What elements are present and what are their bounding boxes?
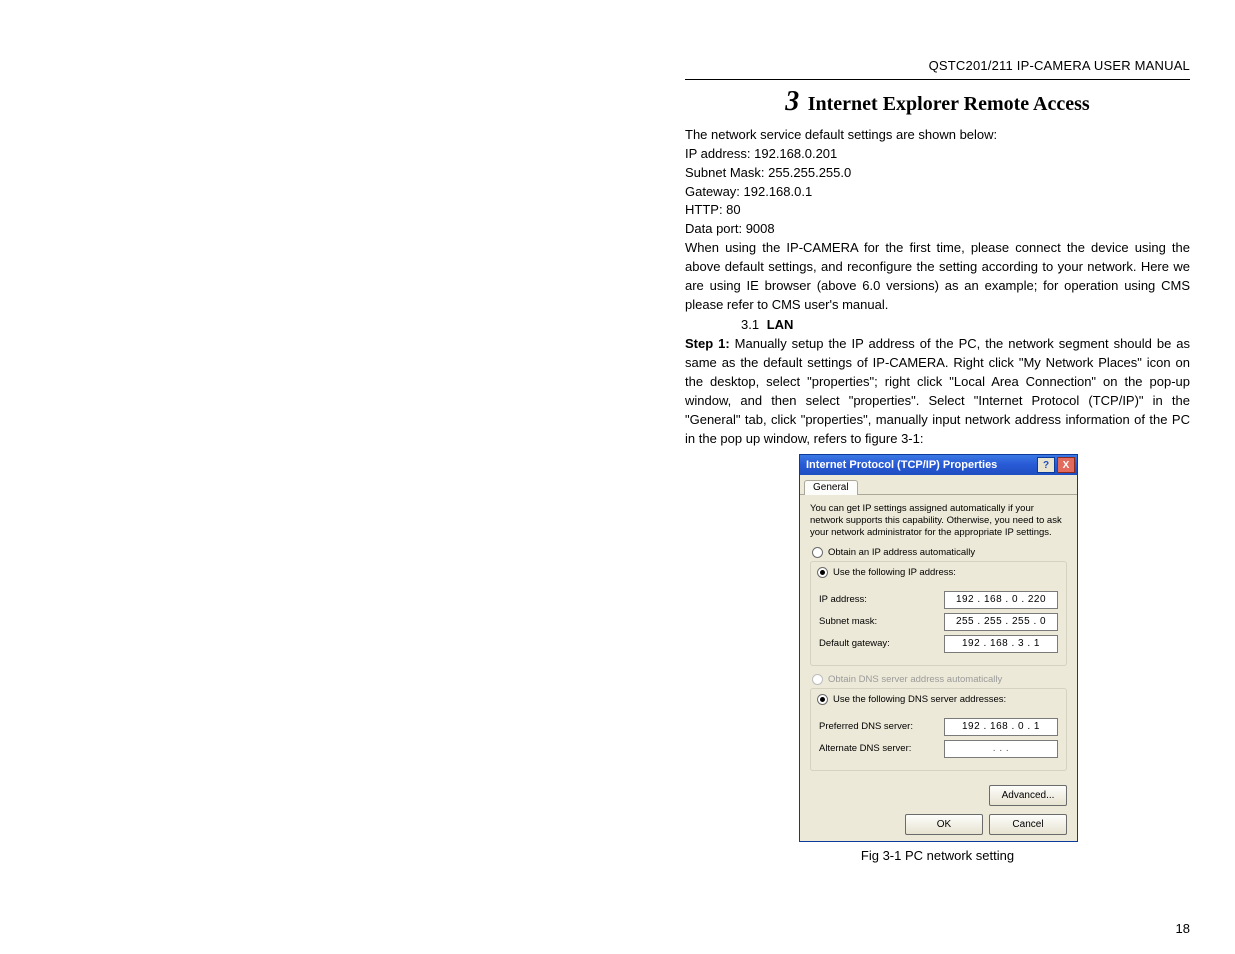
advanced-button[interactable]: Advanced... — [989, 785, 1067, 806]
dialog-panel: You can get IP settings assigned automat… — [800, 495, 1077, 785]
radio-icon — [812, 547, 823, 558]
radio-label: Use the following IP address: — [833, 567, 956, 578]
tabstrip: General — [800, 475, 1077, 495]
dialog-title: Internet Protocol (TCP/IP) Properties — [806, 459, 997, 471]
radio-obtain-ip-auto[interactable]: Obtain an IP address automatically — [812, 547, 1067, 558]
radio-label: Obtain DNS server address automatically — [828, 674, 1002, 685]
radio-use-dns[interactable]: Use the following DNS server addresses: — [817, 694, 1066, 705]
input-ip[interactable]: 192 . 168 . 0 . 220 — [944, 591, 1058, 609]
label-pdns: Preferred DNS server: — [819, 721, 944, 732]
cancel-button[interactable]: Cancel — [989, 814, 1067, 835]
chapter-title: Internet Explorer Remote Access — [808, 93, 1090, 115]
intro-paragraph: When using the IP-CAMERA for the first t… — [685, 239, 1190, 314]
ok-button[interactable]: OK — [905, 814, 983, 835]
figure-3-1: Internet Protocol (TCP/IP) Properties ? … — [799, 454, 1076, 863]
page-header-title: QSTC201/211 IP-CAMERA USER MANUAL — [685, 58, 1190, 73]
radio-icon — [812, 674, 823, 685]
chapter-heading: 3 Internet Explorer Remote Access — [685, 86, 1190, 118]
label-mask: Subnet mask: — [819, 616, 944, 627]
intro-ip: IP address: 192.168.0.201 — [685, 145, 1190, 164]
tab-general[interactable]: General — [804, 480, 858, 495]
step-1-text: Manually setup the IP address of the PC,… — [685, 336, 1190, 445]
input-gw[interactable]: 192 . 168 . 3 . 1 — [944, 635, 1058, 653]
input-adns[interactable]: . . . — [944, 740, 1058, 758]
label-adns: Alternate DNS server: — [819, 743, 944, 754]
dialog-info-text: You can get IP settings assigned automat… — [810, 503, 1067, 539]
step-1-label: Step 1: — [685, 336, 730, 351]
step-1-paragraph: Step 1: Manually setup the IP address of… — [685, 335, 1190, 448]
intro-mask: Subnet Mask: 255.255.255.0 — [685, 164, 1190, 183]
help-button[interactable]: ? — [1037, 457, 1055, 473]
intro-http: HTTP: 80 — [685, 201, 1190, 220]
group-head-ip: Use the following IP address: — [810, 561, 1067, 583]
chapter-number: 3 — [785, 86, 799, 117]
dialog-titlebar[interactable]: Internet Protocol (TCP/IP) Properties ? … — [800, 455, 1077, 475]
header-rule — [685, 79, 1190, 80]
section-number: 3.1 — [741, 317, 759, 332]
dialog-buttons: OK Cancel — [800, 814, 1077, 841]
field-ip-address: IP address: 192 . 168 . 0 . 220 — [819, 591, 1058, 609]
group-head-dns: Use the following DNS server addresses: — [810, 688, 1067, 710]
input-mask[interactable]: 255 . 255 . 255 . 0 — [944, 613, 1058, 631]
section-title: LAN — [767, 317, 794, 332]
label-gw: Default gateway: — [819, 638, 944, 649]
input-pdns[interactable]: 192 . 168 . 0 . 1 — [944, 718, 1058, 736]
figure-caption: Fig 3-1 PC network setting — [799, 848, 1076, 863]
tcpip-dialog: Internet Protocol (TCP/IP) Properties ? … — [799, 454, 1078, 842]
titlebar-buttons: ? X — [1037, 457, 1075, 473]
label-ip: IP address: — [819, 594, 944, 605]
field-subnet-mask: Subnet mask: 255 . 255 . 255 . 0 — [819, 613, 1058, 631]
intro-dataport: Data port: 9008 — [685, 220, 1190, 239]
close-button[interactable]: X — [1057, 457, 1075, 473]
body-text: The network service default settings are… — [685, 126, 1190, 448]
radio-use-ip[interactable]: Use the following IP address: — [817, 567, 1066, 578]
field-default-gateway: Default gateway: 192 . 168 . 3 . 1 — [819, 635, 1058, 653]
field-alternate-dns: Alternate DNS server: . . . — [819, 740, 1058, 758]
field-preferred-dns: Preferred DNS server: 192 . 168 . 0 . 1 — [819, 718, 1058, 736]
radio-icon — [817, 694, 828, 705]
section-heading: 3.1 LAN — [741, 316, 1190, 335]
dns-group: Preferred DNS server: 192 . 168 . 0 . 1 … — [810, 708, 1067, 771]
dialog-inner-buttons: Advanced... — [800, 785, 1077, 814]
intro-gw: Gateway: 192.168.0.1 — [685, 183, 1190, 202]
ip-group: IP address: 192 . 168 . 0 . 220 Subnet m… — [810, 581, 1067, 666]
radio-obtain-dns-auto: Obtain DNS server address automatically — [812, 674, 1067, 685]
radio-label: Use the following DNS server addresses: — [833, 694, 1006, 705]
page-number: 18 — [1176, 921, 1190, 936]
manual-page: QSTC201/211 IP-CAMERA USER MANUAL 3 Inte… — [685, 58, 1190, 863]
intro-line: The network service default settings are… — [685, 126, 1190, 145]
radio-label: Obtain an IP address automatically — [828, 547, 975, 558]
radio-icon — [817, 567, 828, 578]
